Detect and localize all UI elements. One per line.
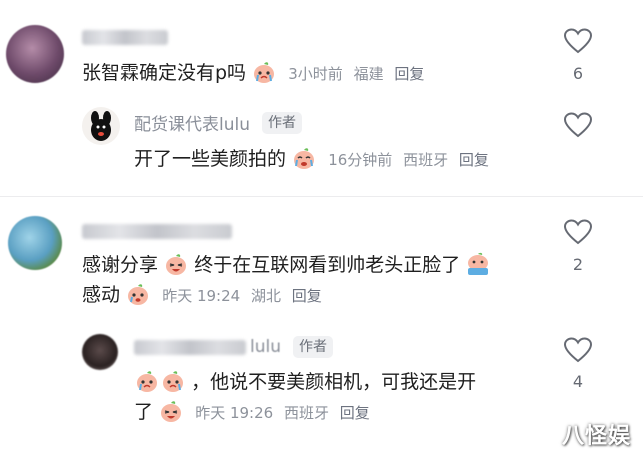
comment-time: 3小时前 bbox=[288, 65, 343, 83]
watermark-logo: 八怪娱 bbox=[562, 424, 632, 449]
author-avatar[interactable] bbox=[82, 107, 120, 145]
reply-text: 开了一些美颜拍的 bbox=[134, 148, 287, 170]
author-badge: 作者 bbox=[293, 336, 333, 358]
author-username[interactable]: 配货课代表lulu bbox=[134, 110, 250, 135]
author-name-row: lulu 作者 bbox=[134, 336, 333, 358]
crying-rain-emoji-icon bbox=[468, 252, 489, 275]
reply-body: 开了一些美颜拍的 16分钟前 西班牙 回复 bbox=[134, 144, 495, 174]
comment-body: 张智霖确定没有p吗 3小时前 福建 回复 bbox=[82, 58, 430, 88]
like-count: 2 bbox=[572, 255, 584, 274]
comment-location: 福建 bbox=[353, 65, 384, 83]
comment-text: 张智霖确定没有p吗 bbox=[82, 62, 247, 84]
reply-location: 西班牙 bbox=[403, 151, 449, 169]
commenter-username[interactable] bbox=[82, 30, 168, 45]
like-count: 6 bbox=[572, 64, 584, 83]
author-name-row: 配货课代表lulu 作者 bbox=[134, 110, 302, 135]
crying-peach-emoji-icon bbox=[163, 371, 183, 392]
commenter-username[interactable] bbox=[82, 224, 232, 239]
like-button[interactable] bbox=[564, 219, 592, 245]
reply-body: ，他说不要美颜相机，可我还是开 了 昨天 19:26 西班牙 回复 bbox=[134, 367, 476, 427]
comment-time: 昨天 19:24 bbox=[162, 287, 241, 305]
reply-text: ，他说不要美颜相机，可我还是开 bbox=[191, 371, 477, 393]
commenter-avatar[interactable] bbox=[6, 25, 64, 83]
heart-icon bbox=[564, 337, 592, 363]
like-button[interactable] bbox=[564, 112, 592, 138]
reply-button[interactable]: 回复 bbox=[394, 65, 424, 83]
like-button[interactable] bbox=[564, 337, 592, 363]
commenter-avatar[interactable] bbox=[8, 216, 62, 270]
heart-icon bbox=[564, 219, 592, 245]
comment-text: 感谢分享 bbox=[82, 254, 159, 276]
author-avatar[interactable] bbox=[82, 334, 118, 370]
crying-peach-emoji-icon bbox=[254, 62, 275, 83]
black-dog-avatar-icon bbox=[91, 111, 111, 141]
heart-icon bbox=[564, 28, 592, 54]
reply-button[interactable]: 回复 bbox=[340, 404, 370, 422]
tearful-peach-emoji-icon bbox=[128, 284, 149, 305]
author-username-suffix[interactable]: lulu bbox=[250, 337, 281, 357]
comment-text: 感动 bbox=[82, 284, 121, 306]
crying-face-emoji-icon bbox=[294, 148, 315, 169]
reply-time: 16分钟前 bbox=[328, 151, 393, 169]
like-count: 4 bbox=[572, 372, 584, 391]
author-badge: 作者 bbox=[262, 111, 302, 134]
reply-button[interactable]: 回复 bbox=[292, 287, 322, 305]
reply-text: 了 bbox=[134, 401, 154, 423]
laughing-peach-emoji-icon bbox=[166, 254, 187, 275]
comment-body: 感谢分享 终于在互联网看到帅老头正脸了 感动 昨天 19:24 湖北 回复 bbox=[82, 250, 491, 310]
heart-icon bbox=[564, 112, 592, 138]
author-username-blurred[interactable] bbox=[134, 339, 246, 355]
comment-location: 湖北 bbox=[250, 287, 281, 305]
reply-time: 昨天 19:26 bbox=[195, 404, 274, 422]
reply-location: 西班牙 bbox=[283, 404, 329, 422]
comment-text: 终于在互联网看到帅老头正脸了 bbox=[194, 254, 461, 276]
crying-peach-emoji-icon bbox=[137, 371, 157, 392]
like-button[interactable] bbox=[564, 28, 592, 54]
section-divider bbox=[0, 196, 643, 197]
laughing-peach-emoji-icon bbox=[161, 401, 182, 422]
reply-button[interactable]: 回复 bbox=[459, 151, 489, 169]
